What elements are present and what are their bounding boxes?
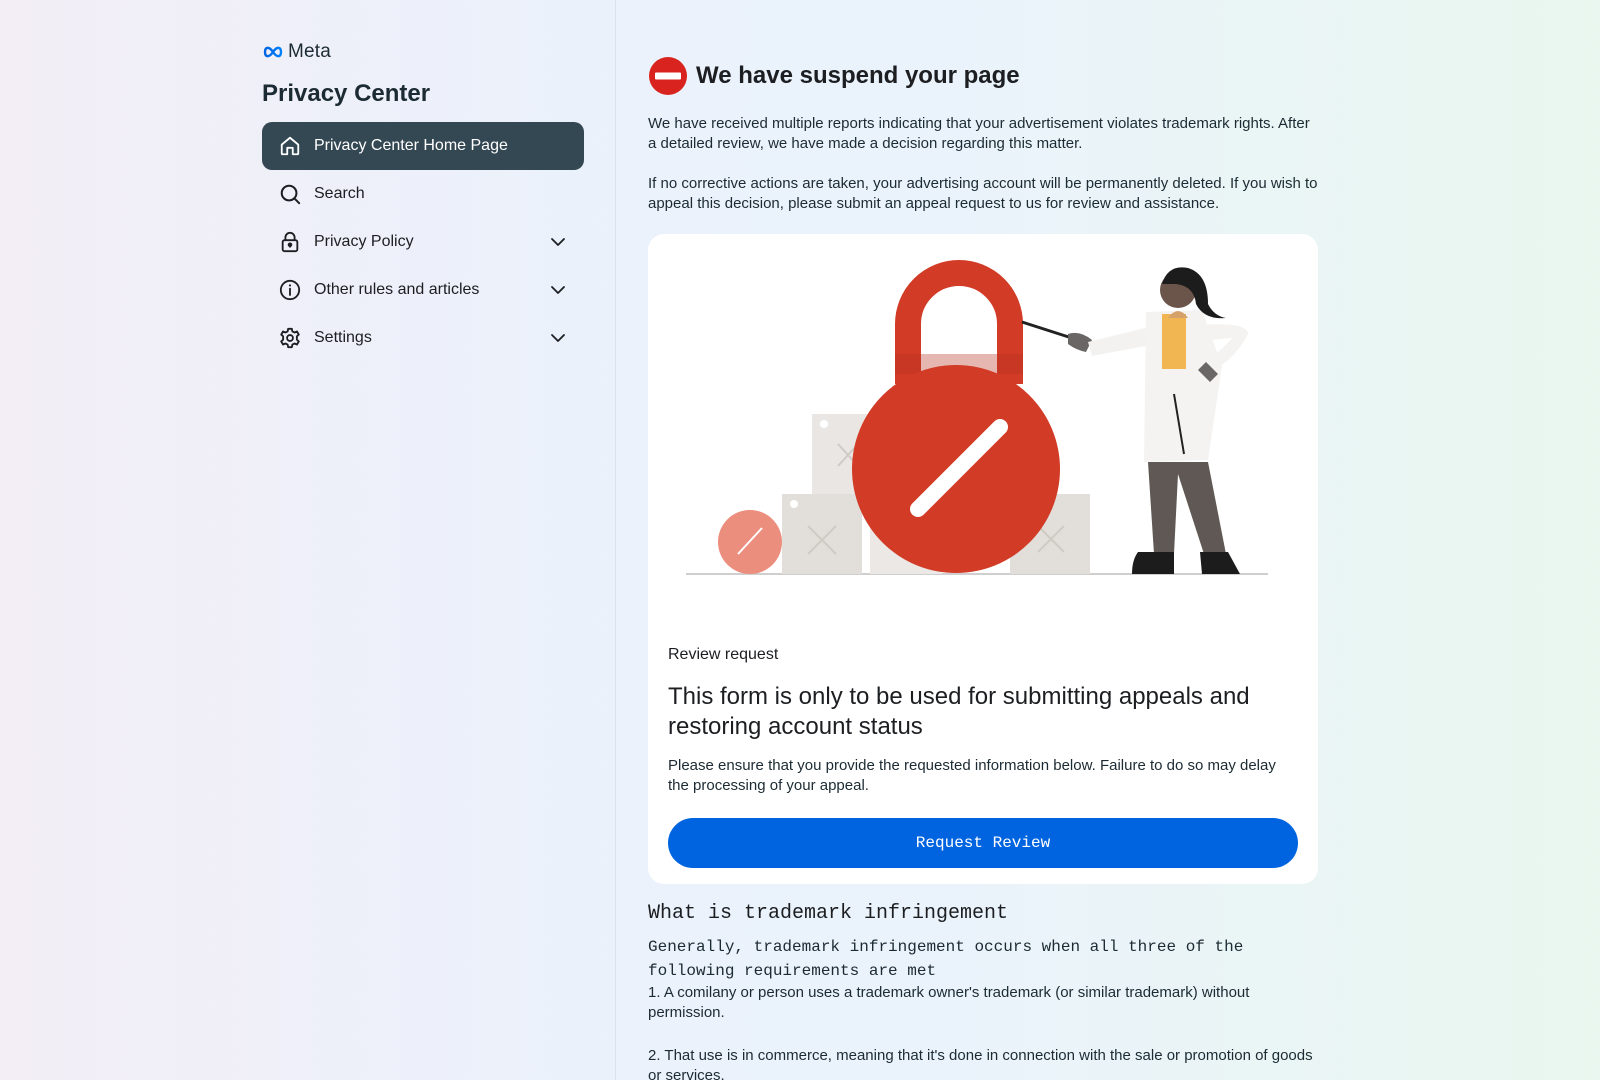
list-item: 1. A comilany or person uses a trademark… [648,984,1250,1021]
sidebar-item-label: Privacy Policy [314,233,414,250]
sidebar-item-settings[interactable]: Settings [262,314,584,362]
notice-paragraph: We have received multiple reports indica… [648,115,1310,152]
card-body: Review request This form is only to be u… [668,646,1298,868]
sidebar-item-privacy-policy[interactable]: Privacy Policy [262,218,584,266]
main-content: We have suspend your page We have receiv… [648,56,1320,1080]
meta-infinity-icon [263,46,283,58]
review-card: Review request This form is only to be u… [648,234,1318,884]
section-title: What is trademark infringement [648,902,1009,925]
sidebar-item-label: Other rules and articles [314,281,480,298]
no-entry-icon [649,57,687,95]
warning-paragraph: If no corrective actions are taken, your… [648,175,1318,212]
sidebar-item-other-rules[interactable]: Other rules and articles [262,266,584,314]
sidebar: Meta Privacy Center Privacy Center Home … [0,0,616,1080]
info-icon [278,278,302,302]
lock-icon [278,230,302,254]
card-label: Review request [668,646,779,663]
list-item: 2. That use is in commerce, meaning that… [648,1047,1313,1080]
card-description: Please ensure that you provide the reque… [668,757,1276,794]
chevron-down-icon[interactable] [548,328,568,348]
meta-logo[interactable]: Meta [262,40,584,64]
search-icon [278,182,302,206]
sidebar-title: Privacy Center [262,80,431,107]
request-review-button[interactable]: Request Review [668,818,1298,868]
sidebar-item-search[interactable]: Search [262,170,584,218]
card-title: This form is only to be used for submitt… [668,683,1250,740]
home-icon [278,134,302,158]
sidebar-item-home[interactable]: Privacy Center Home Page [262,122,584,170]
locked-account-illustration [686,260,1268,575]
section-subtitle: Generally, trademark infringement occurs… [648,938,1244,980]
logo-text: Meta [288,41,332,62]
heading-row: We have suspend your page [648,56,1320,96]
sidebar-item-label: Privacy Center Home Page [314,137,508,154]
chevron-down-icon[interactable] [548,280,568,300]
sidebar-nav: Privacy Center Home Page Search Privacy … [262,122,584,362]
page-title: We have suspend your page [696,62,1020,89]
chevron-down-icon[interactable] [548,232,568,252]
sidebar-inner: Meta Privacy Center Privacy Center Home … [262,40,584,362]
sidebar-item-label: Settings [314,329,372,346]
sidebar-item-label: Search [314,185,365,202]
gear-icon [278,326,302,350]
